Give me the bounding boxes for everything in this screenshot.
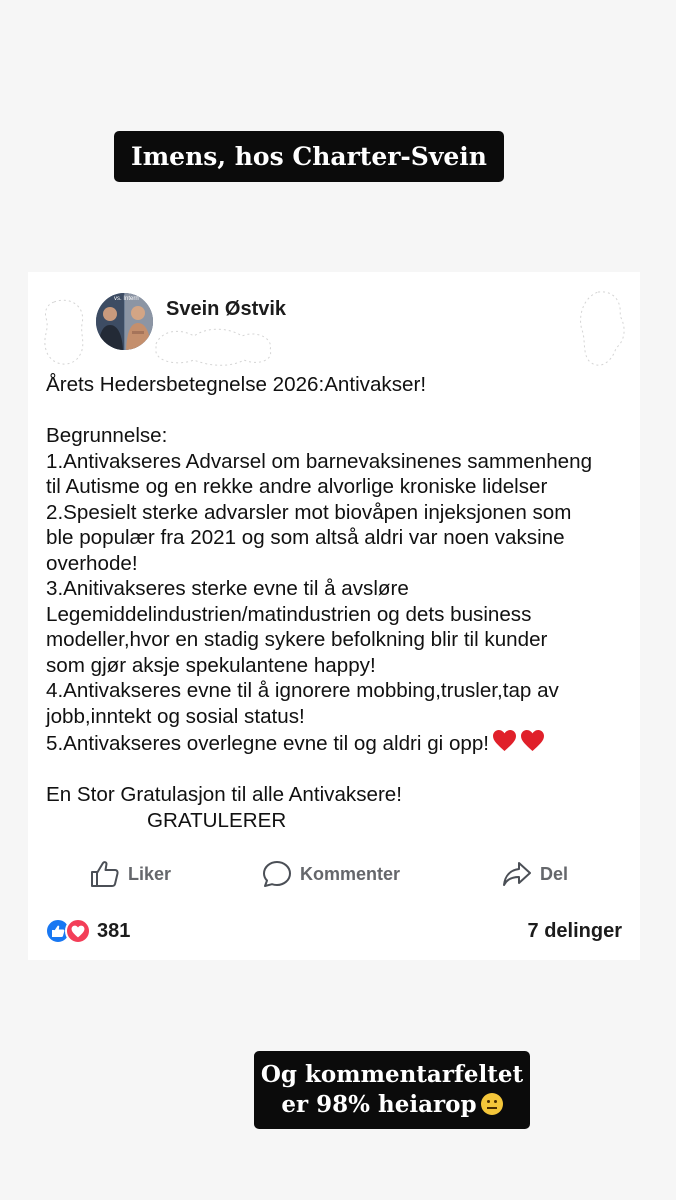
bottom-caption-line: Og kommentarfeltet [260,1061,524,1088]
share-button[interactable]: Del [502,858,568,890]
post-line: Legemiddelindustrien/matindustrien og de… [46,602,532,626]
post-line: jobb,inntekt og sosial status! [46,704,305,728]
post-line: ble populær fra 2021 og som altså aldri … [46,526,565,549]
share-label: Del [540,863,569,884]
top-caption: Imens, hos Charter-Svein [114,131,504,182]
post-line: En Stor Gratulasjon til alle Antivaksere… [46,783,402,806]
post-line [46,757,636,783]
thumbs-up-icon [91,861,119,887]
comment-label: Kommenter [300,863,401,884]
bottom-caption: Og kommentarfeltet er 98% heiarop [254,1051,530,1129]
post-line: Begrunnelse: [46,424,168,447]
post-line [46,398,636,424]
post-line: Årets Hedersbetegnelse 2026:Antivakser! [46,373,427,396]
facebook-post-card: vs. Intern Svein Østvik Årets Hedersbete… [28,272,640,960]
reaction-count: 381 [97,919,131,942]
post-line: 5.Antivakseres overlegne evne til og ald… [46,732,490,755]
post-line: 2.Spesielt sterke advarsler mot biovåpen… [46,500,572,524]
reaction-summary[interactable]: 381 [45,918,130,944]
post-line: som gjør aksje spekulantene happy! [46,653,376,677]
like-button[interactable]: Liker [90,858,171,890]
redaction-scribble-right [580,291,625,366]
share-arrow-icon [503,862,531,886]
author-avatar[interactable]: vs. Intern [96,293,153,350]
avatar-photo-icon: vs. Intern [96,293,153,350]
post-line: 4.Antivakseres evne til å ignorere mobbi… [46,679,559,702]
neutral-face-icon [480,1093,503,1115]
redaction-scribble-left [44,299,84,365]
author-name[interactable]: Svein Østvik [166,298,286,321]
red-heart-icon [521,730,545,751]
post-line: modeller,hvor en stadig sykere befolknin… [46,628,548,651]
speech-bubble-icon [263,861,291,887]
post-line: GRATULERER [147,808,287,832]
post-line-with-hearts: 5.Antivakseres overlegne evne til og ald… [46,729,636,757]
post-body: Årets Hedersbetegnelse 2026:Antivakser! … [46,372,636,833]
comment-button[interactable]: Kommenter [262,858,400,890]
post-line: 1.Antivakseres Advarsel om barnevaksinen… [46,449,593,473]
love-reaction-icon [65,918,91,944]
bottom-caption-line-with-emoji: er 98% heiarop [254,1090,530,1120]
like-label: Liker [128,863,172,884]
post-line: 3.Anitivakseres sterke evne til å avslør… [46,577,409,600]
post-line: overhode! [46,551,138,575]
red-heart-icon [493,730,517,751]
post-line: til Autisme og en rekke andre alvorlige … [46,475,548,498]
svg-text:vs. Intern: vs. Intern [114,296,139,302]
bottom-caption-text: er 98% heiarop [281,1091,477,1118]
redaction-scribble-under-name [155,328,272,366]
share-count[interactable]: 7 delinger [528,920,622,943]
